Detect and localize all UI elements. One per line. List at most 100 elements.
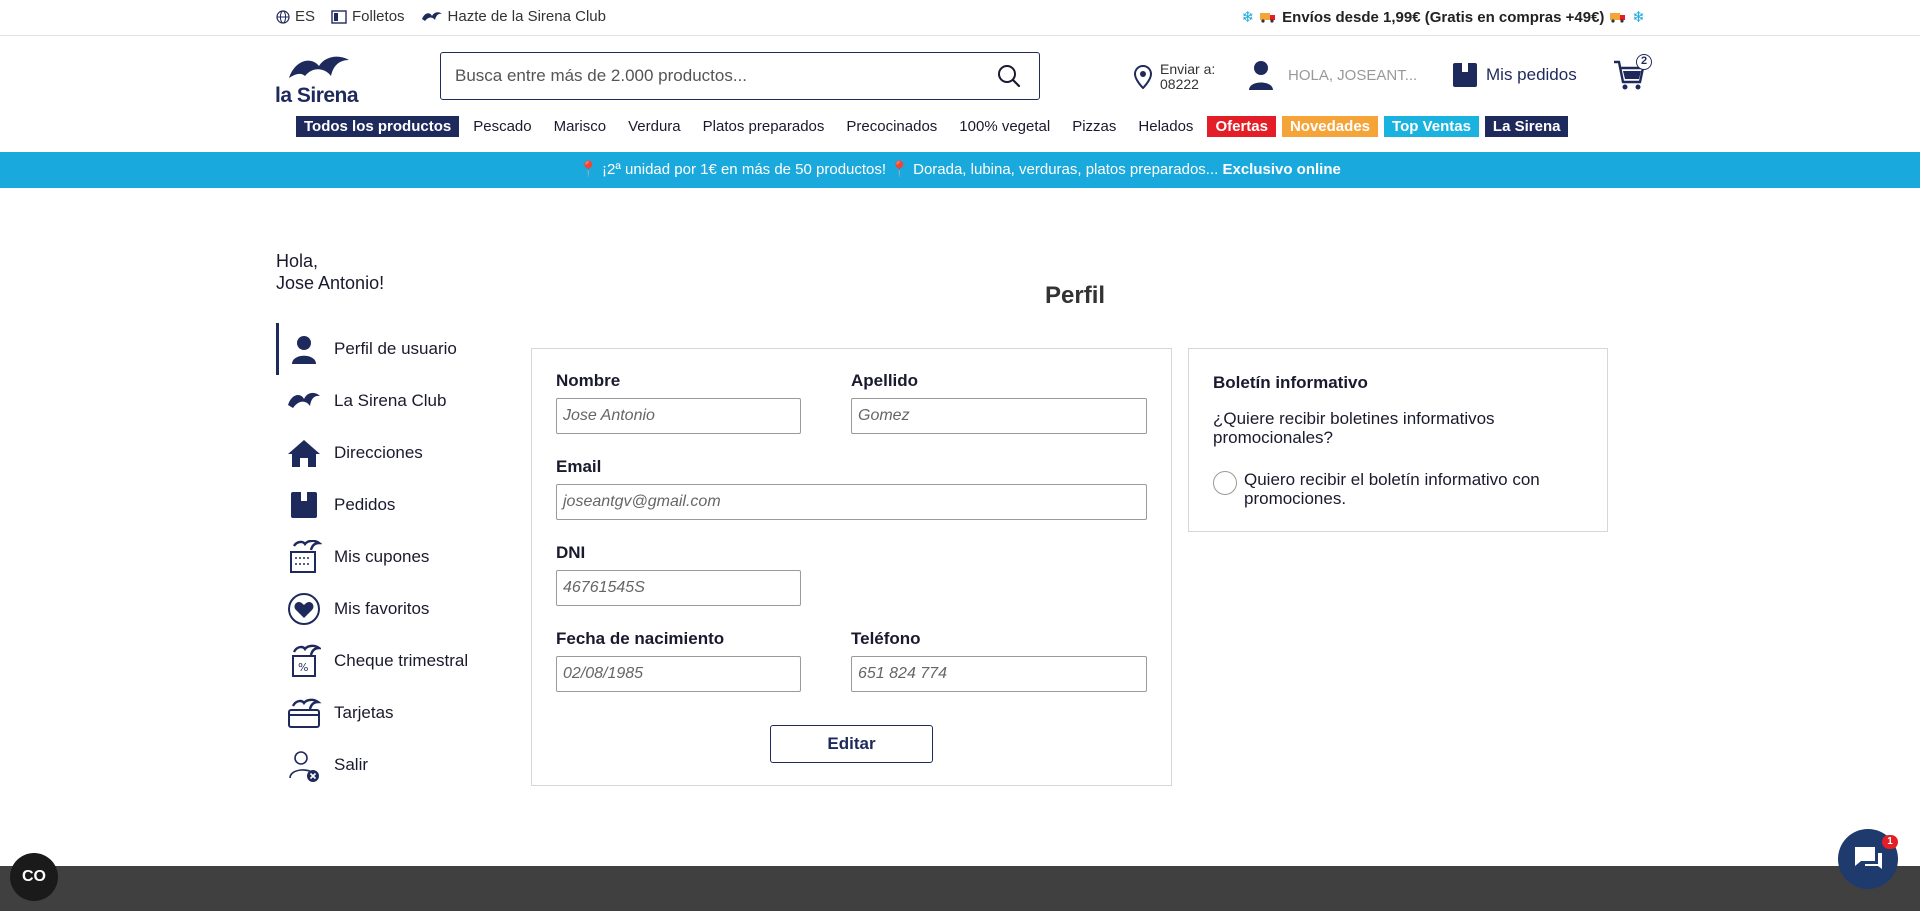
category-ofertas[interactable]: Ofertas [1207, 116, 1276, 137]
language-label: ES [295, 8, 316, 25]
ship-label: Enviar a: [1160, 61, 1216, 77]
category-helados[interactable]: Helados [1130, 116, 1201, 137]
sidebar-item-label: Perfil de usuario [334, 339, 457, 358]
globe-icon [276, 9, 290, 24]
apellido-label: Apellido [851, 371, 919, 390]
greeting-line2: Jose Antonio! [276, 273, 385, 293]
sidebar-item-perfil-de-usuario[interactable]: Perfil de usuario [276, 323, 506, 375]
account-sidebar: Perfil de usuario La Sirena Club Direccion… [276, 323, 506, 791]
language-selector[interactable]: ES [276, 8, 315, 25]
pin-icon: 📍 [890, 161, 909, 178]
edit-button[interactable]: Editar [770, 725, 933, 763]
sirena-wave-icon [421, 11, 442, 21]
search-box[interactable] [440, 52, 1040, 100]
category-top-ventas[interactable]: Top Ventas [1384, 116, 1479, 137]
shipping-notice: ❄ Envíos desde 1,99€ (Gratis en compras … [1242, 8, 1645, 27]
snowflake-icon: ❄ [1632, 9, 1645, 26]
nombre-field[interactable]: Jose Antonio [556, 398, 801, 434]
category-precocinados[interactable]: Precocinados [838, 116, 945, 137]
category-pescado[interactable]: Pescado [465, 116, 539, 137]
sidebar-item-label: Mis favoritos [334, 599, 430, 618]
promo-banner[interactable]: 📍 ¡2ª unidad por 1€ en más de 50 product… [0, 152, 1920, 188]
category-nav: Todos los productos Pescado Marisco Verdura… [296, 116, 1569, 137]
sidebar-item-label: La Sirena Club [334, 391, 447, 410]
search-input[interactable] [455, 53, 985, 98]
sidebar-item-label: Tarjetas [334, 703, 394, 722]
shipping-text: Envíos desde 1,99€ (Gratis en compras +4… [1282, 8, 1605, 26]
fecha-field[interactable]: 02/08/1985 [556, 656, 801, 692]
truck-icon [1260, 13, 1276, 23]
newsletter-radio[interactable] [1213, 471, 1237, 495]
newsletter-option-label[interactable]: Quiero recibir el boletín informativo co… [1244, 470, 1584, 508]
telefono-label: Teléfono [851, 629, 921, 648]
sidebar-item-label: Direcciones [334, 443, 423, 462]
page-title: Perfil [1045, 282, 1106, 309]
sidebar-item-tarjetas[interactable]: Tarjetas [276, 687, 506, 739]
utility-bar: ES Folletos Hazte de la Sirena Club ❄ En… [0, 0, 1920, 36]
heart-icon [286, 591, 322, 627]
truck-icon [1610, 13, 1626, 23]
email-label: Email [556, 457, 602, 476]
sidebar-item-label: Mis cupones [334, 547, 430, 566]
category-marisco[interactable]: Marisco [546, 116, 615, 137]
chat-button[interactable]: 1 [1838, 829, 1898, 889]
coupon-icon [286, 539, 322, 575]
utility-links: ES Folletos Hazte de la Sirena Club [276, 8, 606, 25]
cart-button[interactable]: 2 [1612, 54, 1652, 94]
sidebar-item-label: Pedidos [334, 495, 396, 514]
ship-to[interactable]: Enviar a: 08222 [1134, 62, 1215, 92]
brochure-icon [331, 9, 347, 24]
svg-text:%: % [298, 661, 308, 674]
nombre-label: Nombre [556, 371, 621, 390]
category-100-vegetal[interactable]: 100% vegetal [951, 116, 1058, 137]
sidebar-item-la-sirena-club[interactable]: La Sirena Club [276, 375, 506, 427]
cart-count-badge: 2 [1636, 54, 1652, 70]
sidebar-item-cheque-trimestral[interactable]: % Cheque trimestral [276, 635, 506, 687]
logout-icon [286, 747, 322, 783]
sidebar-item-mis-cupones[interactable]: Mis cupones [276, 531, 506, 583]
sidebar-item-direcciones[interactable]: Direcciones [276, 427, 506, 479]
card-icon [286, 695, 322, 731]
promo-text: ¡2ª unidad por 1€ en más de 50 productos… [602, 161, 887, 178]
email-field[interactable]: joseantgv@gmail.com [556, 484, 1147, 520]
site-header: la Sirena Enviar a: 08222 HOLA, JOSEANT.… [0, 36, 1920, 152]
category-verdura[interactable]: Verdura [620, 116, 689, 137]
telefono-field[interactable]: 651 824 774 [851, 656, 1147, 692]
orders-link[interactable]: Mis pedidos [1452, 62, 1577, 88]
apellido-field[interactable]: Gomez [851, 398, 1147, 434]
promo-text-secondary: Dorada, lubina, verduras, platos prepara… [913, 161, 1219, 178]
club-link-label: Hazte de la Sirena Club [447, 8, 606, 25]
user-icon [286, 331, 322, 367]
sidebar-item-salir[interactable]: Salir [276, 739, 506, 791]
sidebar-item-mis-favoritos[interactable]: Mis favoritos [276, 583, 506, 635]
club-link[interactable]: Hazte de la Sirena Club [421, 8, 606, 25]
category-la-sirena[interactable]: La Sirena [1484, 116, 1569, 137]
sirena-club-icon [286, 383, 322, 419]
location-pin-icon [1134, 65, 1152, 89]
promo-bold: Exclusivo online [1222, 161, 1341, 178]
user-icon [1249, 61, 1273, 90]
search-icon[interactable] [997, 64, 1021, 88]
user-account[interactable]: HOLA, JOSEANT... [1248, 60, 1417, 90]
sidebar-item-pedidos[interactable]: Pedidos [276, 479, 506, 531]
accessibility-button[interactable]: CO [10, 853, 58, 901]
sidebar-item-label: Cheque trimestral [334, 651, 469, 670]
category-platos-preparados[interactable]: Platos preparados [695, 116, 833, 137]
folletos-label: Folletos [352, 8, 405, 25]
orders-label: Mis pedidos [1486, 65, 1577, 84]
category-novedades[interactable]: Novedades [1281, 116, 1379, 137]
category-todos-los-productos[interactable]: Todos los productos [296, 116, 460, 137]
chat-badge: 1 [1882, 835, 1898, 849]
fecha-label: Fecha de nacimiento [556, 629, 725, 648]
category-pizzas[interactable]: Pizzas [1064, 116, 1124, 137]
home-icon [286, 435, 322, 471]
dni-field[interactable]: 46761545S [556, 570, 801, 606]
pin-icon: 📍 [579, 161, 598, 178]
newsletter-card: Boletín informativo ¿Quiere recibir bole… [1188, 348, 1608, 532]
sidebar-item-label: Salir [334, 755, 369, 774]
box-icon [286, 487, 322, 523]
folletos-link[interactable]: Folletos [331, 8, 405, 25]
user-greeting: HOLA, JOSEANT... [1288, 66, 1418, 84]
box-icon [1453, 63, 1477, 87]
logo-text[interactable]: la Sirena [275, 84, 359, 108]
